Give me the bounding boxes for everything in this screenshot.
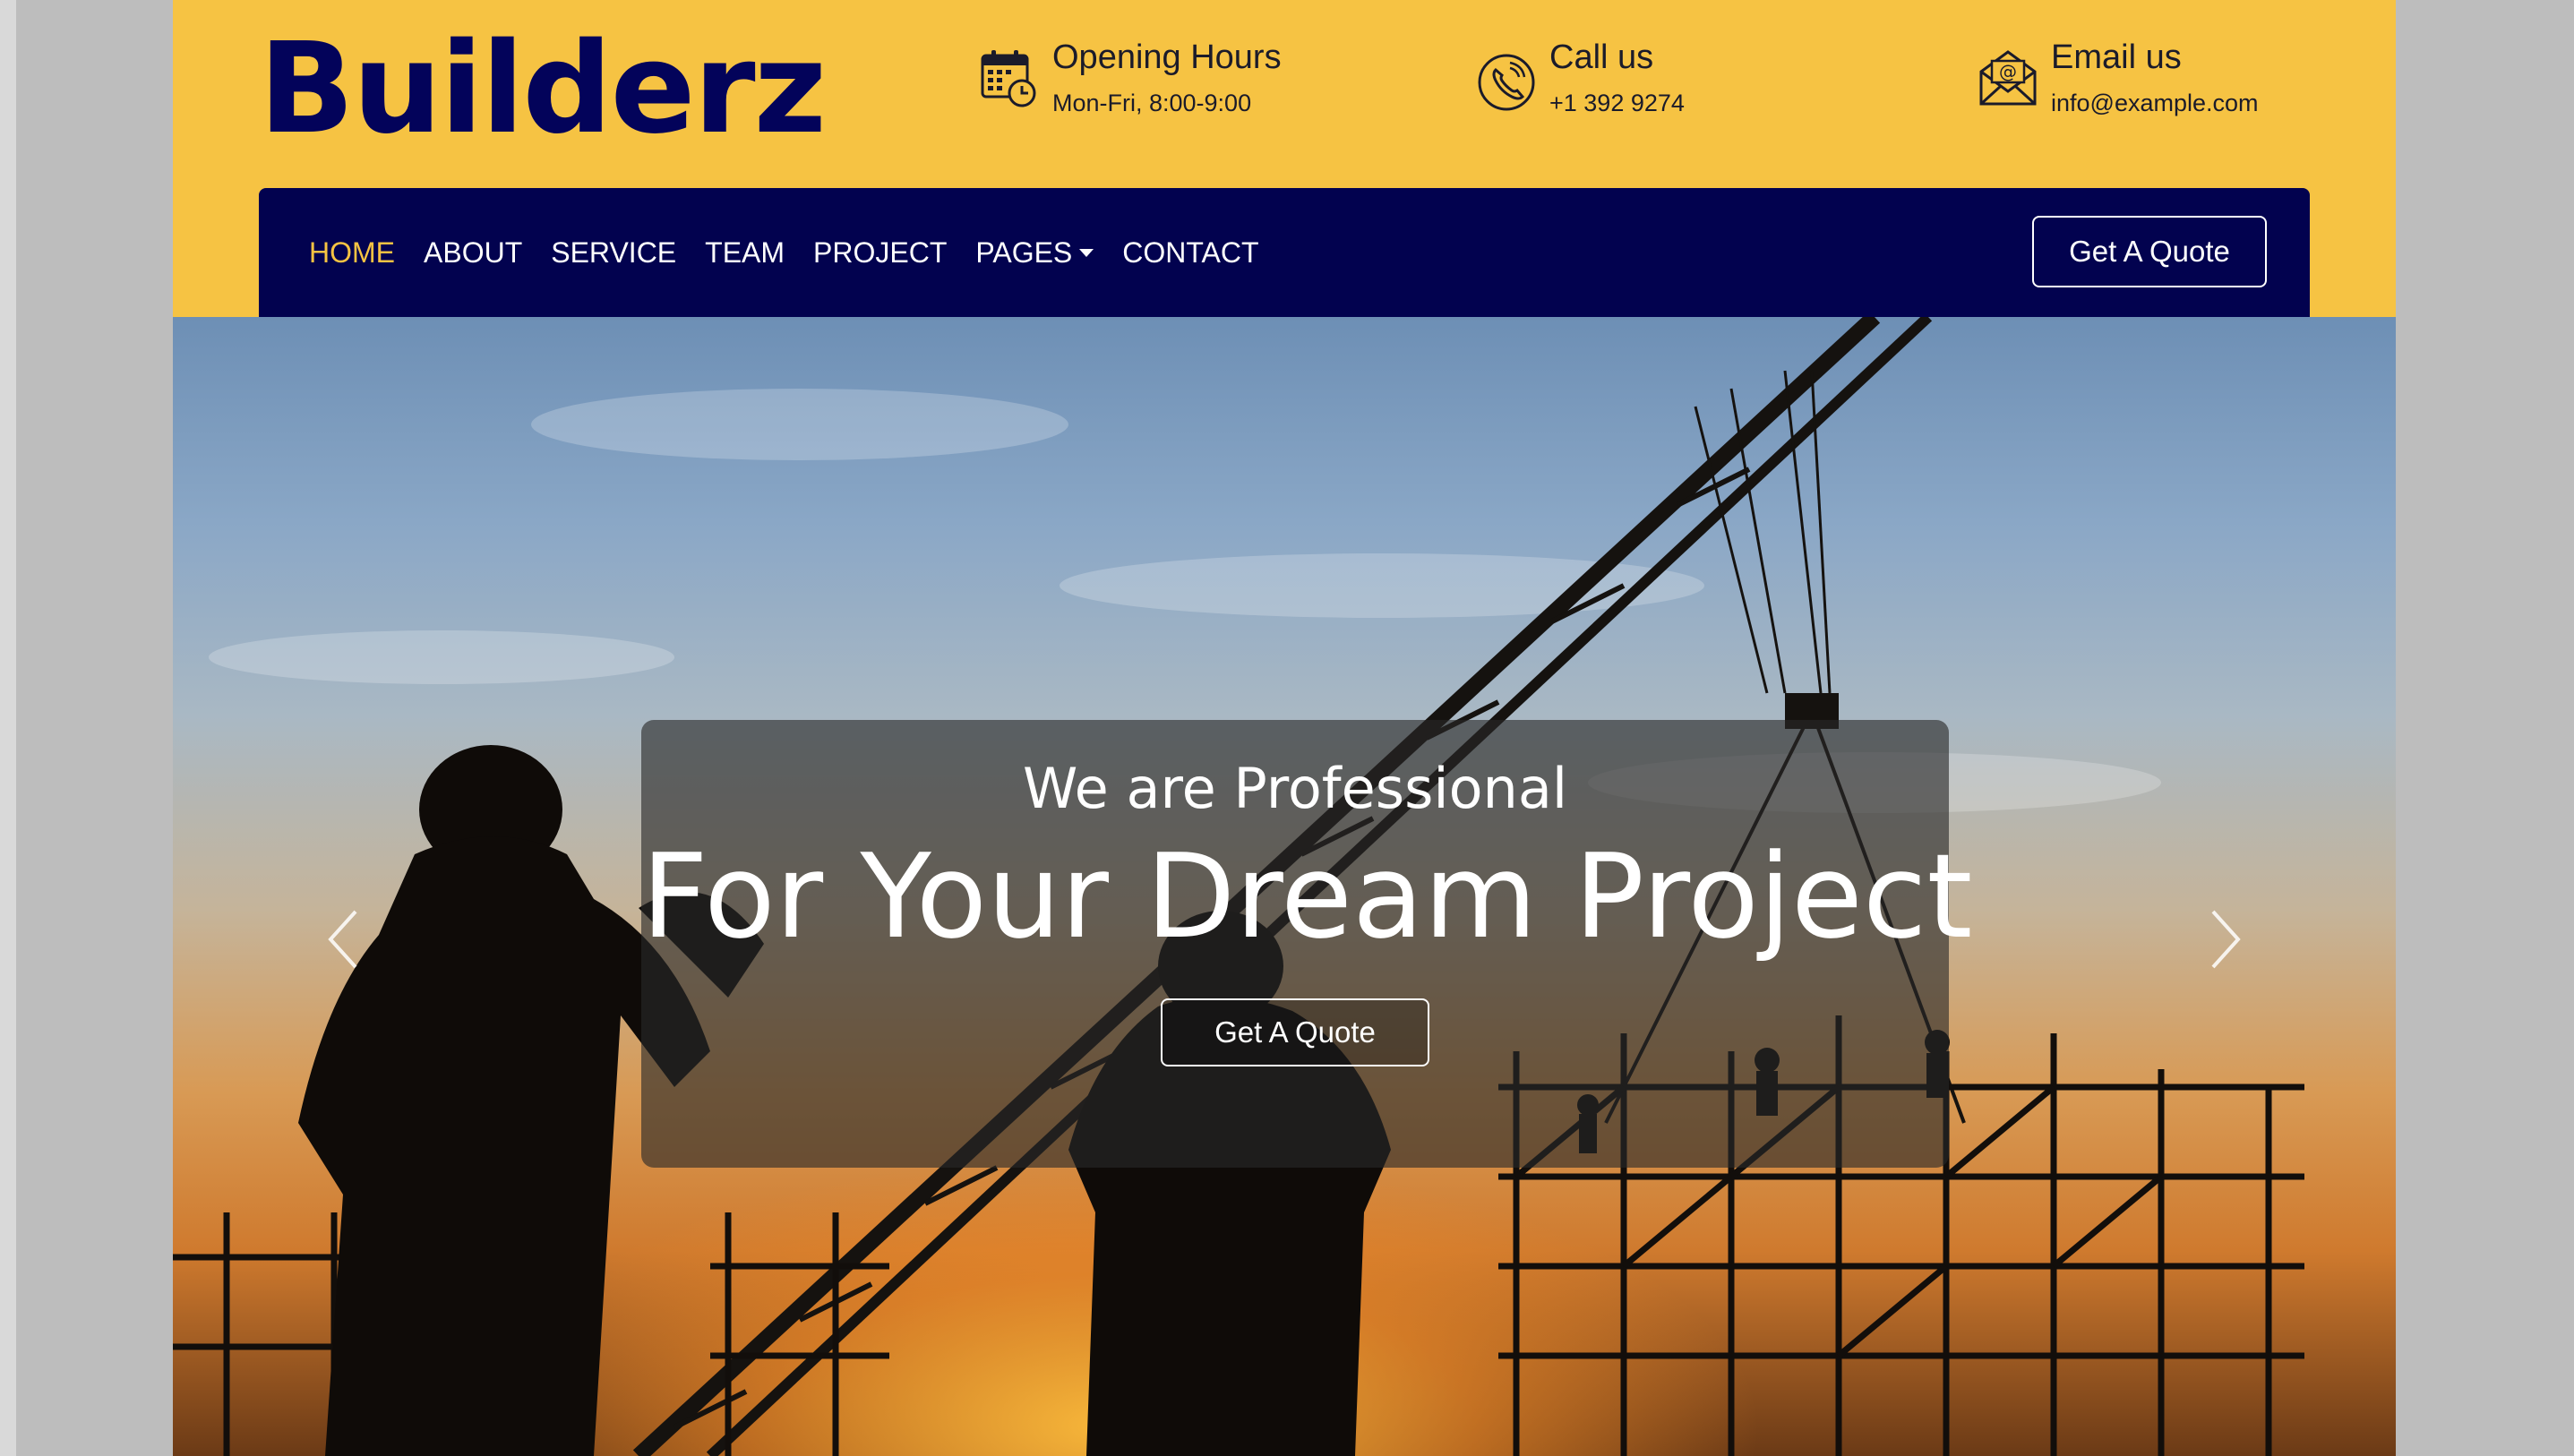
carousel-prev-button[interactable] [325,908,361,971]
hero-title: For Your Dream Project [641,828,1973,965]
email-value[interactable]: info@example.com [2051,90,2259,117]
chevron-right-icon [2211,910,2241,969]
nav-contact[interactable]: CONTACT [1122,236,1258,270]
nav-project[interactable]: PROJECT [813,236,947,270]
email-title: Email us [2051,39,2182,76]
hero-caption: We are Professional For Your Dream Proje… [641,720,1973,1168]
nav-pages-label: PAGES [975,236,1073,269]
calendar-clock-icon [979,43,1040,115]
chevron-left-icon [328,910,357,969]
svg-text:@: @ [1999,61,2017,82]
email-info: @ Email us info@example.com [1978,39,2259,117]
main-navbar: HOME ABOUT SERVICE TEAM PROJECT PAGES CO… [259,188,2310,317]
opening-hours-value: Mon-Fri, 8:00-9:00 [1052,89,1252,116]
page: Builderz Opening Hours Mon-Fri, 8:00-9:0… [173,0,2396,1456]
nav-home[interactable]: HOME [309,236,395,270]
nav-about[interactable]: ABOUT [424,236,522,270]
call-value[interactable]: +1 392 9274 [1549,90,1685,117]
call-info: Call us +1 392 9274 [1476,39,1685,117]
carousel-next-button[interactable] [2208,908,2244,971]
browser-edge [0,0,16,1456]
phone-icon [1476,43,1537,115]
hero-get-quote-button[interactable]: Get A Quote [1161,998,1429,1067]
caret-down-icon [1079,248,1094,257]
hero-subtitle: We are Professional [1022,756,1568,821]
nav-pages-dropdown[interactable]: PAGES [975,236,1094,270]
opening-hours-info: Opening Hours Mon-Fri, 8:00-9:00 [979,39,1282,117]
envelope-icon: @ [1978,43,2038,115]
nav-team[interactable]: TEAM [705,236,785,270]
opening-hours-title: Opening Hours [1052,39,1282,76]
logo[interactable]: Builderz [259,27,827,152]
hero-carousel: We are Professional For Your Dream Proje… [173,317,2396,1456]
nav-service[interactable]: SERVICE [551,236,676,270]
call-title: Call us [1549,39,1654,76]
nav-get-quote-button[interactable]: Get A Quote [2032,216,2267,287]
